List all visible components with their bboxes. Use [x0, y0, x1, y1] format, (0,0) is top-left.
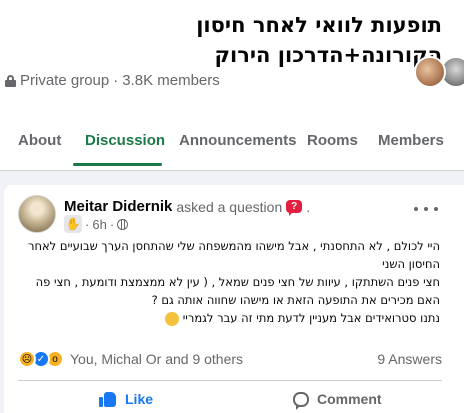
group-tabs: About Discussion Announcements Rooms Mem… — [0, 118, 464, 166]
post-time[interactable]: 6h — [92, 217, 106, 232]
reactions-row: ☹ ✓ o You, Michal Or and 9 others 9 Answ… — [18, 349, 442, 369]
answers-count[interactable]: 9 Answers — [377, 351, 442, 367]
meta-dot: · — [109, 216, 115, 232]
thinking-emoji-icon — [164, 311, 179, 326]
meta-dot: · — [85, 216, 90, 232]
member-avatar[interactable] — [414, 56, 446, 88]
post-body-line: האם מכירים את התופעה הזאת או מישהו שחווה… — [151, 293, 440, 307]
tab-discussion[interactable]: Discussion — [85, 118, 165, 163]
comment-label: Comment — [317, 391, 382, 407]
group-title[interactable]: תופעות לוואי לאחר חיסון הקורונה+הדרכון ה… — [62, 10, 442, 70]
author-name[interactable]: Meitar Didernik — [64, 198, 172, 215]
tab-members[interactable]: Members — [378, 118, 444, 163]
wave-badge-icon[interactable]: ✋ — [64, 215, 82, 233]
comment-button[interactable]: Comment — [293, 386, 382, 412]
more-options-icon[interactable] — [414, 201, 438, 217]
comment-bubble-icon — [293, 391, 309, 410]
globe-icon — [117, 218, 129, 230]
post-header: Meitar Didernik asked a question ? . — [64, 198, 311, 216]
post-action-period: . — [306, 198, 311, 215]
post-body-line: נתנו סטרואידים אבל מעניין לדעת מתי זה עב… — [182, 311, 440, 325]
tab-announcements[interactable]: Announcements — [179, 118, 297, 163]
group-header: תופעות לוואי לאחר חיסון הקורונה+הדרכון ה… — [0, 0, 464, 171]
group-members-count[interactable]: 3.8K members — [122, 72, 220, 89]
tab-about[interactable]: About — [18, 118, 61, 163]
post-body-line: חצי פנים השתתקו , עיוות של חצי פנים שמאל… — [35, 275, 440, 289]
active-tab-indicator — [73, 163, 162, 166]
post-body-line: היי לכולם , לא התחסנתי , אבל מישהו מהמשפ… — [27, 239, 440, 271]
lock-icon — [5, 74, 16, 87]
reaction-names[interactable]: You, Michal Or and 9 others — [70, 351, 243, 367]
thumbs-up-icon — [99, 391, 117, 407]
post-meta: ✋ · 6h · — [64, 215, 129, 233]
post-body: היי לכולם , לא התחסנתי , אבל מישהו מהמשפ… — [14, 237, 440, 327]
like-label: Like — [125, 391, 154, 407]
question-icon: ? — [286, 200, 303, 216]
author-avatar[interactable] — [18, 195, 56, 233]
like-button[interactable]: Like — [99, 386, 153, 412]
post-body-line-last: נתנו סטרואידים אבל מעניין לדעת מתי זה עב… — [14, 309, 440, 327]
group-meta: Private group · 3.8K members — [5, 72, 220, 89]
question-post: Meitar Didernik asked a question ? . ✋ ·… — [4, 185, 464, 413]
meta-separator: · — [113, 72, 119, 89]
post-divider — [18, 380, 442, 381]
post-action: asked a question — [176, 198, 283, 215]
sad-reaction-icon[interactable]: ☹ — [18, 350, 36, 368]
member-avatars[interactable] — [414, 56, 464, 88]
header-divider — [0, 170, 464, 171]
group-privacy[interactable]: Private group — [20, 72, 109, 89]
tab-rooms[interactable]: Rooms — [307, 118, 358, 163]
